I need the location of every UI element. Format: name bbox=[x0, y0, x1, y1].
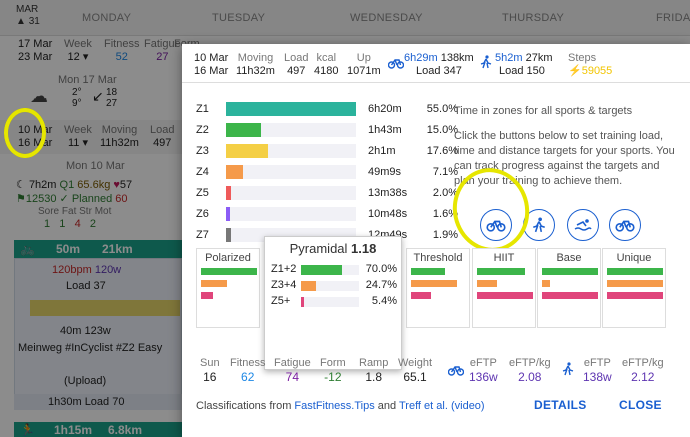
zone-bar bbox=[226, 165, 243, 179]
stat-form: Form -12 bbox=[320, 357, 346, 384]
zone-label: Z6 bbox=[196, 208, 209, 220]
details-button[interactable]: DETAILS bbox=[534, 398, 587, 412]
link-treff[interactable]: Treff et al. bbox=[399, 400, 448, 412]
summary-run: 5h2m 27km Load 150 bbox=[495, 52, 553, 77]
pyramidal-bar bbox=[301, 281, 316, 291]
zone-label: Z3 bbox=[196, 145, 209, 157]
zone-bar-track bbox=[226, 102, 356, 116]
summary-up: Up 1071m bbox=[347, 52, 381, 77]
summary-steps: Steps ⚡59055 bbox=[568, 52, 613, 77]
virtual-ride-target-button[interactable] bbox=[609, 209, 641, 241]
run-icon bbox=[533, 217, 545, 233]
close-button[interactable]: CLOSE bbox=[619, 398, 662, 412]
class-unique[interactable]: Unique bbox=[602, 248, 666, 328]
class-polarized[interactable]: Polarized bbox=[196, 248, 260, 328]
pyramidal-row: Z1+2 70.0% bbox=[271, 263, 397, 277]
zone-row-z2: Z2 1h43m 15.0% bbox=[196, 123, 458, 139]
virtual-ride-icon bbox=[615, 220, 635, 232]
pyramidal-row: Z5+ 5.4% bbox=[271, 295, 397, 309]
zone-percent: 55.0% bbox=[426, 103, 458, 115]
zone-percent: 1.9% bbox=[432, 229, 458, 241]
zone-bar-track bbox=[226, 186, 356, 200]
zone-bar-track bbox=[226, 165, 356, 179]
zone-bar bbox=[226, 186, 231, 200]
zone-row-z1: Z1 6h20m 55.0% bbox=[196, 102, 458, 118]
pyramidal-percent: 24.7% bbox=[365, 279, 397, 291]
classification-credits: Classifications from FastFitness.Tips an… bbox=[196, 400, 485, 412]
zone-label: Z5 bbox=[196, 187, 209, 199]
swim-icon bbox=[574, 219, 592, 231]
pyramidal-row: Z3+4 24.7% bbox=[271, 279, 397, 293]
class-hiit[interactable]: HIIT bbox=[472, 248, 536, 328]
pyramidal-label: Z1+2 bbox=[271, 263, 297, 275]
pyramidal-bar bbox=[301, 265, 342, 275]
stat-fatigue: Fatigue 74 bbox=[274, 357, 311, 384]
pyramidal-percent: 70.0% bbox=[365, 263, 397, 275]
zone-bar-track bbox=[226, 207, 356, 221]
pyramidal-percent: 5.4% bbox=[371, 295, 397, 307]
zone-percent: 17.6% bbox=[426, 145, 458, 157]
zone-label: Z1 bbox=[196, 103, 209, 115]
stat-eftp: eFTP 138w bbox=[583, 357, 612, 384]
zone-percent: 2.0% bbox=[432, 187, 458, 199]
zones-info-title: Time in zones for all sports & targets bbox=[454, 105, 633, 117]
pyramidal-label: Z5+ bbox=[271, 295, 291, 307]
stat-sun: Sun 16 bbox=[200, 357, 220, 384]
zone-label: Z2 bbox=[196, 124, 209, 136]
stat-eftp: eFTP/kg 2.08 bbox=[509, 357, 551, 384]
stat-eftp: eFTP/kg 2.12 bbox=[622, 357, 664, 384]
class-base[interactable]: Base bbox=[537, 248, 601, 328]
zone-bar bbox=[226, 144, 268, 158]
summary-ride: 6h29m 138km Load 347 bbox=[404, 52, 474, 77]
swim-target-button[interactable] bbox=[567, 209, 599, 241]
training-dialog: 10 Mar 16 Mar Moving 11h32m Load 497 kcal 41… bbox=[182, 44, 690, 437]
summary-moving: Moving 11h32m bbox=[236, 52, 275, 77]
stat-fitness: Fitness 62 bbox=[230, 357, 266, 384]
stat-eftp: eFTP 136w bbox=[469, 357, 498, 384]
zone-label: Z4 bbox=[196, 166, 209, 178]
class-threshold[interactable]: Threshold bbox=[406, 248, 470, 328]
highlight-annotation bbox=[4, 108, 46, 158]
zone-row-z3: Z3 2h1m 17.6% bbox=[196, 144, 458, 160]
zone-row-z5: Z5 13m38s 2.0% bbox=[196, 186, 458, 202]
zone-row-z4: Z4 49m9s 7.1% bbox=[196, 165, 458, 181]
summary-dates: 10 Mar 16 Mar bbox=[194, 52, 229, 77]
stat-weight: Weight 65.1 bbox=[398, 357, 433, 384]
run-icon bbox=[562, 362, 574, 379]
run-icon bbox=[480, 55, 492, 72]
zone-bar bbox=[226, 123, 261, 137]
zone-bar bbox=[226, 102, 356, 116]
zone-bar-track bbox=[226, 123, 356, 137]
link-fastfitness[interactable]: FastFitness.Tips bbox=[294, 400, 374, 412]
zone-percent: 7.1% bbox=[432, 166, 458, 178]
pyramidal-bar bbox=[301, 297, 304, 307]
summary-load: Load 497 bbox=[284, 52, 309, 77]
zone-row-z6: Z6 10m48s 1.6% bbox=[196, 207, 458, 223]
pyramidal-label: Z3+4 bbox=[271, 279, 297, 291]
bike-icon bbox=[387, 56, 405, 72]
link-video[interactable]: (video) bbox=[451, 400, 485, 412]
zone-percent: 15.0% bbox=[426, 124, 458, 136]
class-pyramidal[interactable]: Pyramidal 1.18 Z1+2 70.0% Z3+4 24.7% Z5+ 5.4% bbox=[264, 236, 402, 370]
summary-kcal: kcal 4180 bbox=[314, 52, 339, 77]
steps-icon: ⚡ bbox=[568, 65, 582, 77]
zone-bar bbox=[226, 207, 230, 221]
zone-label: Z7 bbox=[196, 229, 209, 241]
stat-ramp: Ramp 1.8 bbox=[359, 357, 389, 384]
zone-bar-track bbox=[226, 144, 356, 158]
bike-icon bbox=[447, 364, 465, 379]
zone-bar bbox=[226, 228, 231, 242]
